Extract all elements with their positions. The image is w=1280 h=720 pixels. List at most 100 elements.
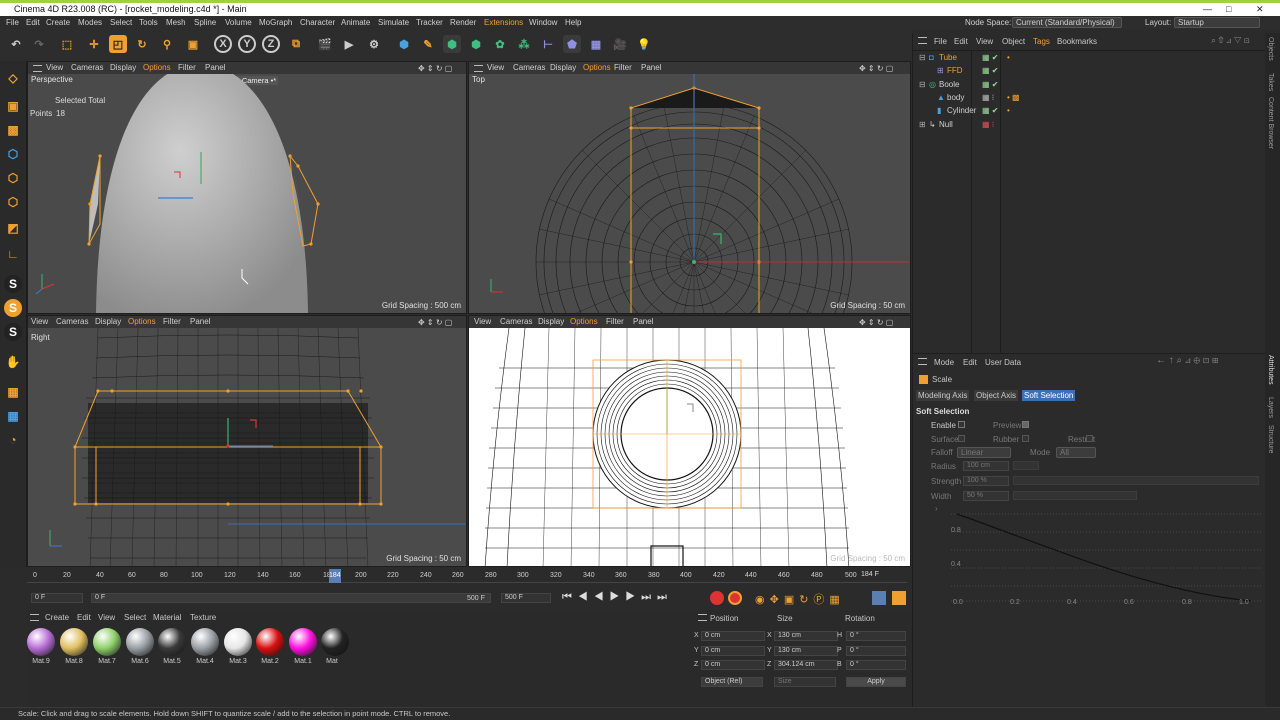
vp-menu-view[interactable]: View (46, 62, 63, 74)
coordinate-mode-dropdown[interactable]: Object (Rel) (701, 677, 763, 687)
extrude-icon[interactable]: ⬢ (467, 35, 485, 53)
expand-icon[interactable]: ⊟ (919, 52, 926, 64)
uv-mode-icon[interactable]: ◩ (4, 219, 22, 237)
redo-icon[interactable]: ↷ (30, 35, 48, 53)
material-swatch[interactable] (27, 628, 55, 656)
attr-menu-mode[interactable]: Mode (934, 358, 954, 367)
object-row-tube[interactable]: ⊟ ◘ Tube ▦ ✔ • (917, 52, 1262, 64)
mat-menu-select[interactable]: Select (124, 613, 146, 622)
live-selection-icon[interactable]: ⬚ (58, 35, 76, 53)
snap-enable-icon[interactable]: S (4, 299, 22, 317)
y-axis-lock-icon[interactable]: Y (238, 35, 256, 53)
rotation-h-field[interactable]: 0 ° (846, 631, 906, 641)
autokey-icon[interactable] (728, 591, 742, 605)
vp-menu-cameras[interactable]: Cameras (71, 62, 103, 74)
array-icon[interactable]: ✿ (491, 35, 509, 53)
keyframe-tools-icon[interactable]: ◉✥▣↻Ⓟ▦ (755, 591, 845, 607)
vp-menu-options[interactable]: Options (128, 316, 156, 328)
position-y-field[interactable]: 0 cm (701, 646, 765, 656)
vp-menu-filter[interactable]: Filter (614, 62, 632, 74)
scale-icon[interactable]: ◰ (109, 35, 127, 53)
mat-menu-edit[interactable]: Edit (77, 613, 91, 622)
size-x-field[interactable]: 130 cm (774, 631, 838, 641)
record-icon[interactable] (710, 591, 724, 605)
width-field[interactable]: 50 % (963, 491, 1009, 501)
mat-menu-view[interactable]: View (98, 613, 115, 622)
viewport-top[interactable]: View Cameras Display Options Filter Pane… (468, 61, 911, 314)
object-name[interactable]: FFD (947, 65, 963, 77)
mat-menu-material[interactable]: Material (153, 613, 181, 622)
enable-checkbox[interactable] (958, 421, 965, 428)
mat-menu-create[interactable]: Create (45, 613, 69, 622)
preview-range-slider[interactable]: 0 F (91, 593, 491, 603)
vp-menu-cameras[interactable]: Cameras (500, 316, 532, 328)
vp-menu-panel[interactable]: Panel (190, 316, 210, 328)
expand-icon[interactable]: ⊟ (919, 79, 926, 91)
attr-menu-edit[interactable]: Edit (963, 358, 977, 367)
tab-objects[interactable]: Objects (1267, 37, 1274, 61)
texture-mode-icon[interactable]: ▩ (4, 121, 22, 139)
visibility-dots-icon[interactable]: ▦ ⁝ (982, 119, 994, 131)
visibility-check-icon[interactable]: ▦ ✔ (982, 52, 998, 64)
position-x-field[interactable]: 0 cm (701, 631, 765, 641)
vp-menu-cameras[interactable]: Cameras (56, 316, 88, 328)
workplane-icon[interactable]: ✋ (4, 353, 22, 371)
z-axis-lock-icon[interactable]: Z (262, 35, 280, 53)
menu-volume[interactable]: Volume (225, 16, 252, 29)
material-swatch[interactable] (126, 628, 154, 656)
obj-menu-bookmarks[interactable]: Bookmarks (1057, 37, 1097, 46)
viewport-front[interactable]: View Cameras Display Options Filter Pane… (468, 315, 911, 567)
surface-checkbox[interactable] (958, 435, 965, 442)
object-name[interactable]: Cylinder (947, 105, 976, 117)
deformer-icon[interactable]: ⬟ (563, 35, 581, 53)
coordinate-system-icon[interactable]: ⧉ (287, 35, 305, 53)
vp-menu-options[interactable]: Options (583, 62, 611, 74)
menu-modes[interactable]: Modes (78, 16, 102, 29)
grid-icon[interactable]: ▦ (4, 407, 22, 425)
axis-icon[interactable]: ∟ (4, 245, 22, 263)
menu-animate[interactable]: Animate (341, 16, 370, 29)
curve-expand-icon[interactable]: › (935, 504, 938, 513)
apply-button[interactable]: Apply (846, 677, 906, 687)
object-row-ffd[interactable]: ⊞ FFD ▦ ✔ (917, 65, 1262, 77)
menu-mograph[interactable]: MoGraph (259, 16, 292, 29)
timeline-ruler[interactable]: 0 20 40 60 80 100 120 140 160 180 200 22… (27, 569, 907, 583)
search-icon[interactable]: ⌕ ⇧ ⊿ ▽ ⊡ (1211, 35, 1250, 46)
tab-content-browser[interactable]: Content Browser (1267, 97, 1274, 149)
render-settings-icon[interactable]: ⚙ (365, 35, 383, 53)
strength-slider[interactable] (1013, 476, 1259, 485)
vp-menu-filter[interactable]: Filter (163, 316, 181, 328)
menu-character[interactable]: Character (300, 16, 335, 29)
tab-modeling-axis[interactable]: Modeling Axis (916, 390, 970, 401)
coord-menu-icon[interactable] (698, 614, 707, 621)
radius-slider[interactable] (1013, 461, 1039, 470)
vp-menu-filter[interactable]: Filter (178, 62, 196, 74)
end-frame-field[interactable]: 500 F (501, 593, 551, 603)
expand-icon[interactable]: ⊞ (919, 119, 926, 131)
menu-file[interactable]: File (6, 16, 19, 29)
undo-icon[interactable]: ↶ (7, 35, 25, 53)
points-mode-icon[interactable]: ⬡ (4, 145, 22, 163)
tab-attributes[interactable]: Attributes (1267, 355, 1274, 385)
tab-soft-selection[interactable]: Soft Selection (1022, 390, 1076, 401)
material-swatch[interactable] (224, 628, 252, 656)
start-frame-field[interactable]: 0 F (31, 593, 83, 603)
menu-render[interactable]: Render (450, 16, 476, 29)
film-strip-icon[interactable] (892, 591, 906, 605)
visibility-check-icon[interactable]: ▦ ✔ (982, 105, 998, 117)
menu-window[interactable]: Window (529, 16, 557, 29)
viewport-menu-icon[interactable] (33, 65, 42, 72)
floor-icon[interactable]: ▦ (587, 35, 605, 53)
polygons-mode-icon[interactable]: ⬡ (4, 193, 22, 211)
tab-takes[interactable]: Takes (1267, 73, 1274, 91)
position-z-field[interactable]: 0 cm (701, 660, 765, 670)
material-menu-icon[interactable] (30, 614, 39, 621)
object-name[interactable]: Tube (939, 52, 957, 64)
strength-field[interactable]: 100 % (963, 476, 1009, 486)
menu-create[interactable]: Create (46, 16, 70, 29)
material-swatch[interactable] (158, 628, 186, 656)
edges-mode-icon[interactable]: ⬡ (4, 169, 22, 187)
vp-menu-display[interactable]: Display (550, 62, 576, 74)
viewport-menu-icon[interactable] (474, 65, 483, 72)
object-row-boole[interactable]: ⊟ ◎ Boole ▦ ✔ (917, 79, 1262, 91)
